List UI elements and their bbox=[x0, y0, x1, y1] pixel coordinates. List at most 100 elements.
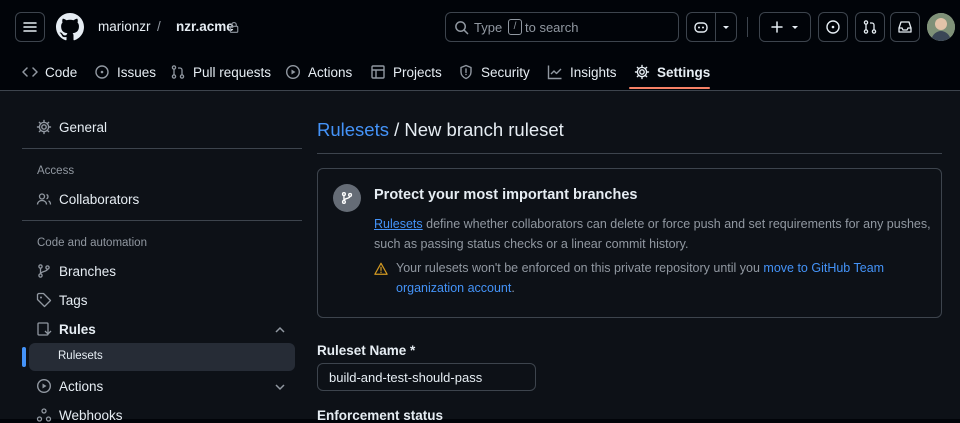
tab-issues[interactable]: Issues bbox=[94, 54, 156, 90]
sidebar-item-general[interactable]: General bbox=[36, 119, 107, 135]
warning-text: Your rulesets won't be enforced on this … bbox=[396, 261, 764, 275]
hamburger-icon bbox=[23, 22, 37, 32]
tab-code[interactable]: Code bbox=[22, 54, 77, 90]
active-tab-indicator bbox=[629, 87, 710, 89]
tab-pull-requests[interactable]: Pull requests bbox=[170, 54, 271, 90]
branch-icon-circle bbox=[333, 184, 361, 212]
chevron-up-icon[interactable] bbox=[274, 324, 286, 336]
sidebar-item-tags[interactable]: Tags bbox=[36, 292, 88, 308]
warning-end: . bbox=[511, 281, 515, 295]
play-icon bbox=[285, 64, 301, 80]
sidebar-item-label: General bbox=[59, 119, 108, 135]
code-icon bbox=[22, 67, 38, 77]
repo-link[interactable]: nzr.acme bbox=[176, 19, 234, 34]
sidebar-item-label: Branches bbox=[59, 263, 117, 279]
breadcrumb-current: / New branch ruleset bbox=[388, 119, 564, 140]
rulesets-doc-link[interactable]: Rulesets bbox=[374, 217, 423, 231]
copilot-dropdown-button[interactable] bbox=[715, 12, 737, 42]
caret-down-icon bbox=[723, 26, 729, 29]
git-branch-icon bbox=[38, 264, 50, 278]
tab-label: Settings bbox=[657, 64, 711, 80]
sidebar-item-branches[interactable]: Branches bbox=[36, 263, 116, 279]
pull-requests-button[interactable] bbox=[855, 12, 885, 42]
tab-security[interactable]: Security bbox=[458, 54, 530, 90]
avatar[interactable] bbox=[927, 13, 955, 41]
sidebar-heading-code-automation: Code and automation bbox=[37, 237, 147, 249]
github-logo-icon[interactable] bbox=[56, 13, 84, 41]
sidebar-item-actions[interactable]: Actions bbox=[36, 378, 103, 394]
play-icon bbox=[36, 378, 52, 394]
search-shortcut-key: / bbox=[508, 19, 522, 35]
sidebar-item-webhooks[interactable]: Webhooks bbox=[36, 407, 123, 423]
page-title: Rulesets / New branch ruleset bbox=[317, 119, 564, 141]
sidebar-item-label: Rules bbox=[59, 321, 96, 337]
tab-projects[interactable]: Projects bbox=[370, 54, 442, 90]
sidebar-divider bbox=[22, 148, 302, 149]
repo-nav-tabs: Code Issues Pull requests Actions Projec… bbox=[0, 54, 960, 91]
info-card-title: Protect your most important branches bbox=[374, 187, 638, 203]
people-icon bbox=[36, 193, 52, 205]
active-item-indicator bbox=[22, 347, 26, 367]
upgrade-link[interactable]: move to GitHub Team bbox=[763, 261, 884, 275]
issue-opened-icon bbox=[826, 20, 840, 34]
menu-button[interactable] bbox=[15, 12, 45, 42]
sidebar-item-label: Webhooks bbox=[59, 407, 123, 423]
tab-label: Security bbox=[481, 64, 530, 80]
chevron-down-icon[interactable] bbox=[274, 381, 286, 393]
breadcrumb-separator: / bbox=[157, 19, 161, 34]
tab-insights[interactable]: Insights bbox=[547, 54, 617, 90]
header-divider bbox=[747, 17, 748, 37]
lock-icon bbox=[229, 21, 239, 33]
sidebar-heading-access: Access bbox=[37, 165, 75, 177]
tab-actions[interactable]: Actions bbox=[285, 54, 352, 90]
inbox-icon bbox=[898, 21, 912, 33]
search-input[interactable]: Type / to search bbox=[445, 12, 679, 42]
info-card-desc-text: define whether collaborators can delete … bbox=[422, 217, 931, 231]
shield-icon bbox=[460, 64, 472, 80]
breadcrumb-rulesets-link[interactable]: Rulesets bbox=[317, 119, 389, 140]
copilot-icon bbox=[694, 22, 708, 33]
top-bar: marionzr / nzr.acme Type / to search bbox=[0, 0, 960, 54]
ruleset-name-value: build-and-test-should-pass bbox=[329, 370, 483, 385]
inbox-button[interactable] bbox=[890, 12, 920, 42]
sidebar-item-collaborators[interactable]: Collaborators bbox=[36, 191, 139, 207]
issues-button[interactable] bbox=[818, 12, 848, 42]
gear-icon bbox=[36, 119, 52, 135]
tab-label: Code bbox=[45, 64, 78, 80]
plus-icon bbox=[771, 21, 783, 33]
caret-down-icon bbox=[792, 26, 798, 29]
tab-label: Projects bbox=[393, 64, 442, 80]
ruleset-name-label: Ruleset Name * bbox=[317, 343, 416, 358]
table-icon bbox=[371, 65, 385, 79]
sidebar-item-label: Rulesets bbox=[58, 350, 103, 362]
git-branch-icon bbox=[341, 192, 353, 204]
title-divider bbox=[317, 153, 942, 154]
search-placeholder-suffix: to search bbox=[525, 20, 579, 35]
sidebar-item-label: Tags bbox=[59, 292, 88, 308]
tab-settings[interactable]: Settings bbox=[634, 54, 710, 90]
sidebar-item-rules[interactable]: Rules bbox=[36, 321, 96, 337]
upgrade-link-cont[interactable]: organization account bbox=[396, 281, 511, 295]
sidebar-item-rulesets[interactable]: Rulesets bbox=[29, 343, 295, 371]
sidebar-divider bbox=[22, 220, 302, 221]
tab-label: Actions bbox=[308, 64, 353, 80]
copilot-button[interactable] bbox=[686, 12, 716, 42]
sidebar-item-label: Collaborators bbox=[59, 191, 140, 207]
issue-opened-icon bbox=[95, 65, 109, 79]
info-card: Protect your most important branches Rul… bbox=[317, 168, 942, 318]
search-placeholder-prefix: Type bbox=[474, 20, 503, 35]
ruleset-name-input[interactable]: build-and-test-should-pass bbox=[317, 363, 536, 391]
info-card-desc-text: such as passing status checks or a linea… bbox=[374, 237, 689, 251]
create-new-button[interactable] bbox=[759, 12, 811, 42]
tab-label: Pull requests bbox=[193, 64, 272, 80]
gear-icon bbox=[634, 64, 650, 80]
owner-link[interactable]: marionzr bbox=[98, 19, 151, 34]
alert-icon bbox=[374, 262, 388, 275]
info-card-warning: Your rulesets won't be enforced on this … bbox=[396, 258, 936, 298]
enforcement-status-label: Enforcement status bbox=[317, 408, 444, 423]
graph-icon bbox=[547, 65, 562, 80]
info-card-description: Rulesets define whether collaborators ca… bbox=[374, 214, 934, 254]
tab-label: Issues bbox=[117, 64, 157, 80]
tag-icon bbox=[36, 292, 52, 308]
sidebar-item-label: Actions bbox=[59, 378, 104, 394]
